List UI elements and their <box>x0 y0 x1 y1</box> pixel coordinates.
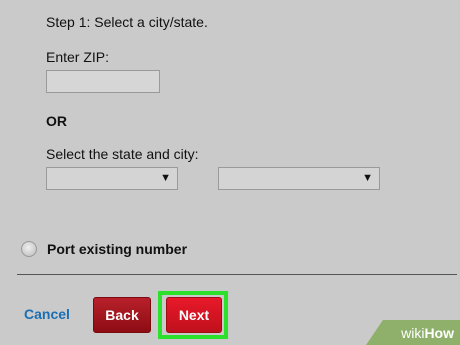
zip-input[interactable] <box>46 70 160 93</box>
step-title: Step 1: Select a city/state. <box>46 14 208 30</box>
city-select[interactable]: ▼ <box>218 167 380 190</box>
port-number-label[interactable]: Port existing number <box>47 241 187 257</box>
chevron-down-icon: ▼ <box>160 172 171 184</box>
cancel-link[interactable]: Cancel <box>24 306 70 322</box>
state-city-label: Select the state and city: <box>46 146 199 162</box>
next-button[interactable]: Next <box>166 297 222 333</box>
chevron-down-icon: ▼ <box>362 172 373 184</box>
back-button[interactable]: Back <box>93 297 151 333</box>
or-label: OR <box>46 113 67 129</box>
port-number-radio[interactable] <box>21 241 37 257</box>
watermark-wiki: wiki <box>401 324 425 341</box>
wikihow-watermark: wiki How <box>366 320 460 345</box>
zip-label: Enter ZIP: <box>46 49 110 65</box>
state-select[interactable]: ▼ <box>46 167 178 190</box>
watermark-how: How <box>424 324 454 341</box>
divider <box>17 274 457 275</box>
